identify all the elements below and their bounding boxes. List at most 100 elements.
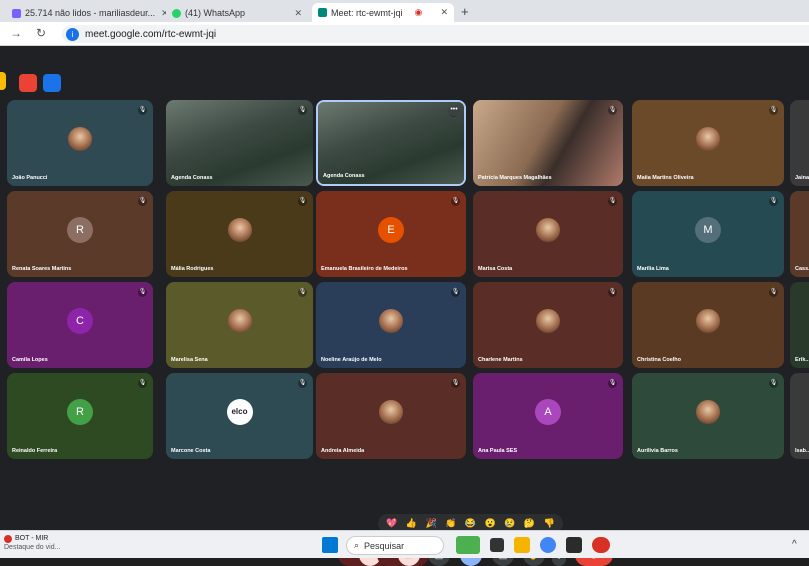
tab-email[interactable]: 25.714 não lidos - mariliasdeur... ✕ bbox=[6, 4, 166, 22]
avatar bbox=[227, 217, 252, 242]
participant-tile[interactable]: M 🎙 Marília Lima bbox=[632, 191, 784, 277]
participant-name: Patrícia Marques Magalhães bbox=[478, 175, 552, 181]
participant-tile[interactable]: 🎙•••Agenda Conass bbox=[316, 100, 466, 186]
participant-name: Camila Lopes bbox=[12, 357, 48, 363]
participant-tile[interactable]: 🎙 Aurilivia Barros bbox=[632, 373, 784, 459]
participant-name: Agenda Conass bbox=[171, 175, 213, 181]
mic-off-icon: 🎙 bbox=[608, 197, 617, 206]
taskbar-search[interactable]: ⌕ Pesquisar bbox=[346, 536, 444, 555]
close-icon[interactable]: ✕ bbox=[288, 8, 302, 19]
video-feed bbox=[473, 100, 623, 186]
mic-off-icon: 🎙 bbox=[769, 288, 778, 297]
avatar: E bbox=[378, 216, 404, 243]
whatsapp-icon bbox=[172, 8, 181, 18]
avatar bbox=[379, 399, 403, 424]
browser-tabbar: 25.714 não lidos - mariliasdeur... ✕ (41… bbox=[0, 0, 809, 22]
tab-whatsapp[interactable]: (41) WhatsApp ✕ bbox=[166, 4, 308, 22]
reaction-emoji[interactable]: 😂 bbox=[465, 518, 476, 529]
mic-off-icon: 🎙 bbox=[298, 288, 307, 297]
more-options-icon[interactable]: ••• bbox=[448, 106, 460, 116]
tab-meet[interactable]: Meet: rtc-ewmt-jqi ◉ ✕ bbox=[312, 3, 454, 22]
news-widget[interactable]: BOT - MIR Destaque do vid... bbox=[4, 534, 60, 552]
participant-tile[interactable]: C 🎙 Camila Lopes bbox=[7, 282, 153, 368]
close-icon[interactable]: ✕ bbox=[434, 7, 448, 18]
participant-tile[interactable]: 🎙 Christina Coelho bbox=[632, 282, 784, 368]
participant-tile[interactable]: E 🎙 Emanuela Brasileiro de Medeiros bbox=[316, 191, 466, 277]
file-explorer-icon[interactable] bbox=[514, 537, 530, 553]
task-view-icon[interactable] bbox=[490, 538, 504, 552]
app-icon[interactable] bbox=[566, 537, 582, 553]
site-info-icon[interactable]: i bbox=[66, 27, 79, 41]
participant-tile[interactable]: Cass... bbox=[790, 191, 809, 277]
participant-tile[interactable]: 🎙 Charlene Martins bbox=[473, 282, 623, 368]
tray-chevron-icon[interactable]: ^ bbox=[792, 539, 797, 550]
participant-name: Marília Lima bbox=[637, 266, 669, 272]
participant-tile[interactable]: R 🎙 Reinaldo Ferreira bbox=[7, 373, 153, 459]
avatar bbox=[536, 217, 560, 242]
reaction-emoji[interactable]: 🤔 bbox=[524, 518, 535, 529]
reaction-emoji[interactable]: 👏 bbox=[445, 518, 456, 529]
participant-tile[interactable]: 🎙 Marelisa Sena bbox=[166, 282, 313, 368]
avatar: C bbox=[67, 307, 93, 334]
participant-tile[interactable]: Jaina... bbox=[790, 100, 809, 186]
participant-name: Jaina... bbox=[795, 175, 809, 181]
forward-icon[interactable]: → bbox=[10, 26, 22, 40]
mic-off-icon: 🎙 bbox=[138, 197, 147, 206]
mic-off-icon: 🎙 bbox=[769, 106, 778, 115]
participant-tile[interactable]: 🎙 João Panucci bbox=[7, 100, 153, 186]
participant-name: Christina Coelho bbox=[637, 357, 682, 363]
reaction-emoji[interactable]: 😮 bbox=[485, 518, 496, 529]
mic-off-icon: 🎙 bbox=[451, 288, 460, 297]
url-field[interactable]: i meet.google.com/rtc-ewmt-jqi bbox=[62, 25, 809, 43]
participant-tile[interactable]: 🎙 Patrícia Marques Magalhães bbox=[473, 100, 623, 186]
app-red-icon[interactable] bbox=[592, 537, 610, 553]
participant-tile[interactable]: 🎙 Noeline Araújo de Melo bbox=[316, 282, 466, 368]
avatar bbox=[696, 126, 720, 151]
participant-tile[interactable]: A 🎙 Ana Paula SES bbox=[473, 373, 623, 459]
windows-start-icon[interactable] bbox=[322, 537, 338, 553]
record-icon[interactable] bbox=[19, 74, 37, 92]
video-feed bbox=[166, 100, 313, 186]
close-icon[interactable]: ✕ bbox=[155, 8, 166, 19]
participant-tile[interactable]: 🎙 Marisa Costa bbox=[473, 191, 623, 277]
participant-name: Marcone Costa bbox=[171, 448, 211, 454]
mic-off-icon: 🎙 bbox=[769, 379, 778, 388]
participant-name: Emanuela Brasileiro de Medeiros bbox=[321, 266, 408, 272]
reaction-emoji[interactable]: 👍 bbox=[406, 518, 417, 529]
participant-name: Isab... bbox=[795, 448, 809, 454]
participant-name: Mália Rodrigues bbox=[171, 266, 214, 272]
mic-off-icon: 🎙 bbox=[608, 106, 617, 115]
reaction-emoji[interactable]: 🎉 bbox=[426, 518, 437, 529]
side-panel-handle[interactable] bbox=[0, 72, 6, 90]
reaction-emoji[interactable]: 👎 bbox=[543, 518, 554, 529]
address-bar: → ↻ i meet.google.com/rtc-ewmt-jqi bbox=[0, 22, 809, 46]
participant-tile[interactable]: R 🎙 Renata Soares Martins bbox=[7, 191, 153, 277]
participant-name: Marelisa Sena bbox=[171, 357, 208, 363]
participant-name: Charlene Martins bbox=[478, 357, 523, 363]
avatar bbox=[68, 126, 92, 151]
participant-tile[interactable]: 🎙 Maiia Martins Oliveira bbox=[632, 100, 784, 186]
recording-icon: ◉ bbox=[414, 7, 423, 17]
notes-icon[interactable] bbox=[43, 74, 61, 92]
participant-tile[interactable]: Isab... bbox=[790, 373, 809, 459]
reaction-emoji[interactable]: 😢 bbox=[504, 518, 515, 529]
avatar bbox=[696, 308, 720, 333]
reaction-emoji[interactable]: 💖 bbox=[386, 518, 397, 529]
avatar bbox=[536, 308, 560, 333]
avatar: M bbox=[695, 216, 721, 243]
new-tab-button[interactable]: + bbox=[461, 4, 469, 19]
avatar: A bbox=[535, 398, 561, 425]
mic-off-icon: 🎙 bbox=[608, 379, 617, 388]
mic-off-icon: 🎙 bbox=[298, 106, 307, 115]
reload-icon[interactable]: ↻ bbox=[36, 26, 46, 40]
chrome-icon[interactable] bbox=[540, 537, 556, 553]
participant-tile[interactable]: 🎙 Andreia Almeida bbox=[316, 373, 466, 459]
participant-tile[interactable]: 🎙 Mália Rodrigues bbox=[166, 191, 313, 277]
mic-off-icon: 🎙 bbox=[298, 379, 307, 388]
avatar bbox=[379, 308, 403, 333]
participant-tile[interactable]: Erik... bbox=[790, 282, 809, 368]
widgets-icon[interactable] bbox=[456, 536, 480, 554]
participant-tile[interactable]: 🎙 Agenda Conass bbox=[166, 100, 313, 186]
participant-tile[interactable]: elco 🎙 Marcone Costa bbox=[166, 373, 313, 459]
search-icon: ⌕ bbox=[354, 540, 360, 550]
